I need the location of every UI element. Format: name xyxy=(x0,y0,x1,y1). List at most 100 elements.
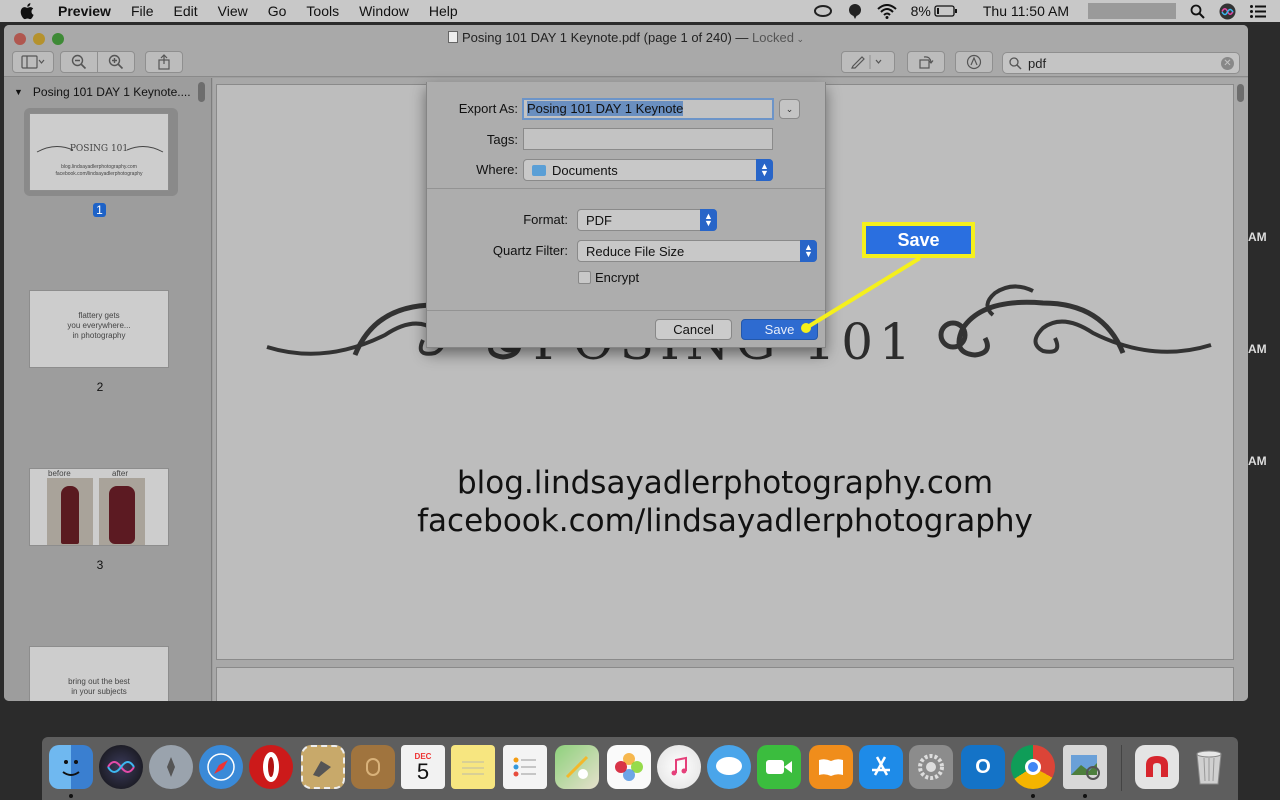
photos-icon[interactable] xyxy=(607,745,651,789)
page-thumbnail-2[interactable]: flattery gets you everywhere... in photo… xyxy=(29,290,169,368)
running-indicator xyxy=(1083,794,1087,798)
markup-pen-button[interactable] xyxy=(841,51,895,73)
facetime-icon[interactable] xyxy=(757,745,801,789)
thumb-4-line-2: in your subjects xyxy=(71,687,127,696)
sidebar-icon xyxy=(21,55,45,69)
menu-view[interactable]: View xyxy=(208,3,258,19)
menu-tools[interactable]: Tools xyxy=(296,3,349,19)
where-popup[interactable]: Documents ▲ ▼ xyxy=(523,159,773,181)
magnet-icon[interactable] xyxy=(1135,745,1179,789)
thumb-2-line-2: you everywhere... xyxy=(67,321,131,330)
dialog-divider-bottom xyxy=(427,310,825,311)
menu-edit[interactable]: Edit xyxy=(164,3,208,19)
encrypt-label[interactable]: Encrypt xyxy=(595,270,639,285)
export-as-field[interactable]: Posing 101 DAY 1 Keynote xyxy=(522,98,774,120)
page-thumbnail-1[interactable]: POSING 101 blog.lindsayadlerphotography.… xyxy=(29,113,169,191)
cancel-button[interactable]: Cancel xyxy=(655,319,732,340)
page-thumbnail-4[interactable]: bring out the best in your subjects xyxy=(29,646,169,701)
zoom-out-button[interactable] xyxy=(60,51,98,73)
apple-logo-icon[interactable] xyxy=(18,1,38,21)
dock-separator xyxy=(1121,745,1122,791)
share-icon xyxy=(158,54,170,70)
zoom-in-button[interactable] xyxy=(97,51,135,73)
menu-help[interactable]: Help xyxy=(419,3,468,19)
pdf-page-2 xyxy=(216,667,1234,701)
notification-bubble-icon[interactable] xyxy=(847,3,863,19)
export-as-value[interactable]: Posing 101 DAY 1 Keynote xyxy=(527,101,684,116)
slide-blog-url: blog.lindsayadlerphotography.com xyxy=(456,465,994,501)
menu-go[interactable]: Go xyxy=(258,3,297,19)
contacts-icon[interactable] xyxy=(351,745,395,789)
siri-dock-icon[interactable] xyxy=(99,745,143,789)
thumb-1-title: POSING 101 xyxy=(69,144,129,154)
menu-window[interactable]: Window xyxy=(349,3,419,19)
sidebar-document-header[interactable]: ▼ Posing 101 DAY 1 Keynote.... xyxy=(14,85,191,99)
clear-search-icon[interactable]: ✕ xyxy=(1221,57,1234,70)
battery-icon[interactable] xyxy=(934,5,958,17)
zoom-out-icon xyxy=(71,54,87,70)
background-window-text: AM xyxy=(1248,342,1267,356)
folder-icon xyxy=(532,164,546,176)
spotlight-search-icon[interactable] xyxy=(1190,4,1205,19)
format-popup[interactable]: PDF ▲ ▼ xyxy=(577,209,717,231)
markup-icon xyxy=(966,54,982,70)
sidebar-document-name: Posing 101 DAY 1 Keynote.... xyxy=(32,85,191,99)
rotate-button[interactable] xyxy=(907,51,945,73)
finder-icon[interactable] xyxy=(49,745,93,789)
quartz-filter-popup[interactable]: Reduce File Size ▲ ▼ xyxy=(577,240,817,262)
quartz-filter-value: Reduce File Size xyxy=(586,243,685,259)
itunes-icon[interactable] xyxy=(657,745,701,789)
sidebar-toggle-button[interactable] xyxy=(12,51,54,73)
preview-dock-icon[interactable] xyxy=(1063,745,1107,789)
export-dialog: Export As: Posing 101 DAY 1 Keynote ⌄ Ta… xyxy=(426,82,826,348)
messages-icon[interactable] xyxy=(707,745,751,789)
thumb-3-before-label: before xyxy=(48,469,71,478)
creative-cloud-icon[interactable] xyxy=(813,4,833,18)
menu-file[interactable]: File xyxy=(121,3,164,19)
notes-icon[interactable] xyxy=(451,745,495,789)
tags-field[interactable] xyxy=(523,128,773,150)
page-thumbnail-3[interactable]: before after xyxy=(29,468,169,546)
notification-center-icon[interactable] xyxy=(1250,4,1266,18)
wifi-icon[interactable] xyxy=(876,3,897,19)
markup-toolbar-button[interactable] xyxy=(955,51,993,73)
expand-dialog-button[interactable]: ⌄ xyxy=(779,99,800,119)
safari-icon[interactable] xyxy=(199,745,243,789)
save-button[interactable]: Save xyxy=(741,319,818,340)
where-label: Where: xyxy=(476,162,518,177)
zoom-in-icon xyxy=(108,54,124,70)
clock[interactable]: Thu 11:50 AM xyxy=(983,3,1069,19)
mail-stamp-icon[interactable] xyxy=(301,745,345,789)
dialog-divider-top xyxy=(427,188,825,189)
sidebar-scrollbar[interactable] xyxy=(198,82,205,102)
opera-icon[interactable] xyxy=(249,745,293,789)
thumb-1-line-2: blog.lindsayadlerphotography.com xyxy=(61,164,137,170)
search-field[interactable]: pdf ✕ xyxy=(1002,52,1240,74)
app-store-icon[interactable] xyxy=(859,745,903,789)
search-input[interactable]: pdf xyxy=(1028,56,1046,71)
after-photo xyxy=(99,478,145,545)
disclosure-triangle-icon[interactable]: ▼ xyxy=(14,87,23,97)
system-preferences-icon[interactable] xyxy=(909,745,953,789)
tags-label: Tags: xyxy=(486,132,518,147)
chrome-icon[interactable] xyxy=(1011,745,1055,789)
calendar-icon[interactable]: DEC 5 xyxy=(401,745,445,789)
launchpad-icon[interactable] xyxy=(149,745,193,789)
siri-icon[interactable] xyxy=(1219,3,1236,20)
chevron-down-icon[interactable]: ⌄ xyxy=(794,34,804,44)
maps-icon[interactable] xyxy=(555,745,599,789)
outlook-icon[interactable]: O xyxy=(961,745,1005,789)
page-number-3: 3 xyxy=(96,558,104,572)
locked-label[interactable]: Locked xyxy=(752,30,794,45)
reminders-icon[interactable] xyxy=(503,745,547,789)
share-button[interactable] xyxy=(145,51,183,73)
format-label: Format: xyxy=(523,212,568,227)
trash-icon[interactable] xyxy=(1187,745,1231,789)
document-scrollbar[interactable] xyxy=(1237,84,1244,102)
menu-preview[interactable]: Preview xyxy=(48,3,121,19)
ibooks-icon[interactable] xyxy=(809,745,853,789)
encrypt-checkbox[interactable] xyxy=(578,271,591,284)
background-window-text: AM xyxy=(1248,454,1267,468)
where-value: Documents xyxy=(552,162,618,178)
calendar-day: 5 xyxy=(416,758,430,784)
